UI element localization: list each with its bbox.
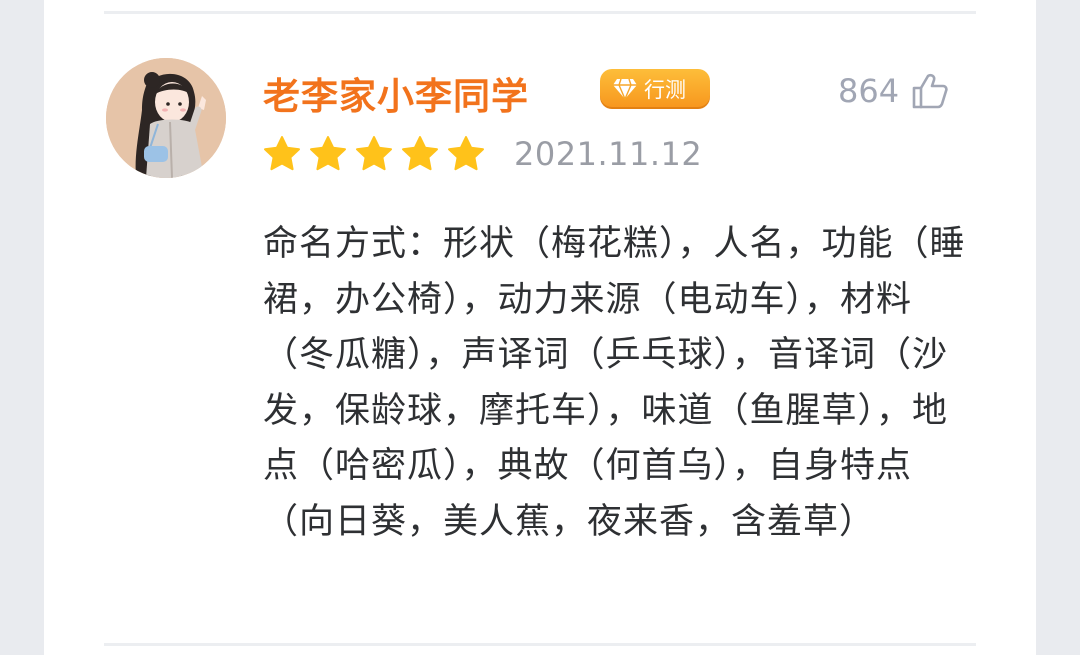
star-icon: [356, 136, 392, 171]
like-button[interactable]: 864: [838, 72, 949, 110]
exam-badge: 行测: [600, 69, 710, 109]
diamond-icon: [610, 76, 640, 102]
like-count: 864: [838, 72, 900, 110]
star-icon: [264, 136, 300, 171]
thumbs-up-icon: [912, 73, 948, 109]
review-content: 命名方式：形状（梅花糕），人名，功能（睡裙，办公椅），动力来源（电动车），材料（…: [263, 224, 966, 542]
username[interactable]: 老李家小李同学: [263, 66, 529, 120]
star-icon: [310, 136, 346, 171]
avatar-illustration: [106, 58, 226, 178]
divider-bottom: [104, 643, 976, 646]
rating-stars: [262, 134, 492, 174]
review-date: 2021.11.12: [514, 135, 703, 173]
divider-top: [104, 11, 976, 14]
star-icon: [448, 136, 484, 171]
avatar[interactable]: [106, 58, 226, 178]
badge-label: 行测: [644, 78, 686, 102]
star-icon: [402, 136, 438, 171]
